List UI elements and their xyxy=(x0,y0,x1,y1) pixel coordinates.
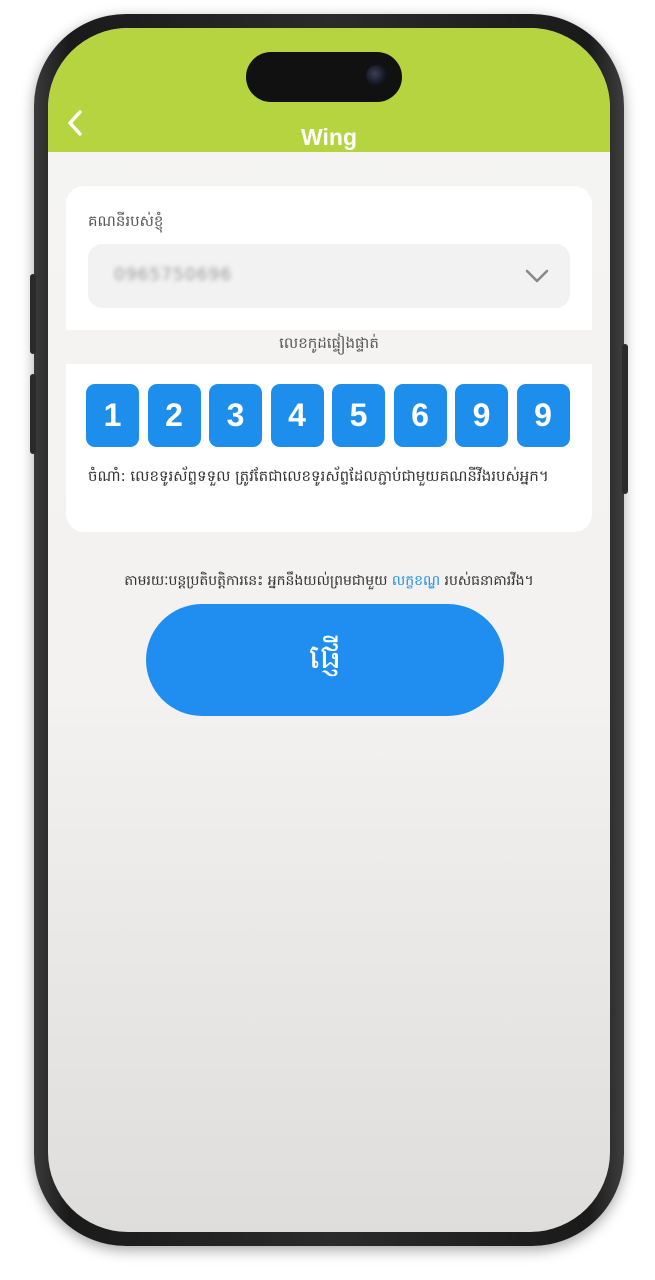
dynamic-island xyxy=(246,52,402,102)
page-title: Wing xyxy=(301,124,357,150)
phone-volume-button xyxy=(30,374,36,454)
account-number-value: 0965750696 xyxy=(114,265,233,285)
code-digit[interactable]: 5 xyxy=(332,384,385,447)
code-digit[interactable]: 1 xyxy=(86,384,139,447)
terms-text: តាមរយៈបន្តប្រតិបត្តិការនេះ អ្នកនឹងយល់ព្រ… xyxy=(48,571,610,592)
code-digit[interactable]: 9 xyxy=(516,384,570,447)
chevron-down-icon xyxy=(525,269,549,283)
code-digit[interactable]: 2 xyxy=(147,384,201,447)
verification-code-card: 1 2 3 4 5 6 9 9 ចំណាំ: លេខទូរស័ព្ទទទួល ត… xyxy=(66,364,592,532)
code-digits: 1 2 3 4 5 6 9 9 xyxy=(86,384,570,447)
phone-volume-button xyxy=(30,274,36,354)
code-digit[interactable]: 9 xyxy=(455,384,508,447)
terms-link[interactable]: លក្ខខណ្ឌ xyxy=(392,573,440,589)
send-button-label: ផ្ញើ xyxy=(308,637,342,677)
terms-suffix: របស់ធនាគារវីង។ xyxy=(440,573,534,589)
account-card: គណនីរបស់ខ្ញុំ 0965750696 xyxy=(66,186,592,330)
note-text: ចំណាំ: លេខទូរស័ព្ទទទួល ត្រូវតែជាលេខទូរស័… xyxy=(88,467,549,485)
app-header: Wing xyxy=(48,28,610,152)
terms-prefix: តាមរយៈបន្តប្រតិបត្តិការនេះ អ្នកនឹងយល់ព្រ… xyxy=(124,573,392,589)
account-label: គណនីរបស់ខ្ញុំ xyxy=(88,212,164,230)
verification-code-label: លេខកូដផ្ទៀងផ្ទាត់ xyxy=(279,334,379,352)
account-select[interactable]: 0965750696 xyxy=(88,244,570,308)
code-digit[interactable]: 6 xyxy=(393,384,447,447)
send-button[interactable]: ផ្ញើ xyxy=(146,604,504,716)
camera-icon xyxy=(366,65,388,87)
app-screen: Wing គណនីរបស់ខ្ញុំ 0965750696 លេខកូដផ្ទៀ… xyxy=(48,28,610,1232)
phone-frame: Wing គណនីរបស់ខ្ញុំ 0965750696 លេខកូដផ្ទៀ… xyxy=(30,14,628,1246)
code-digit[interactable]: 4 xyxy=(270,384,324,447)
code-digit[interactable]: 3 xyxy=(209,384,262,447)
phone-side-button xyxy=(622,344,628,494)
